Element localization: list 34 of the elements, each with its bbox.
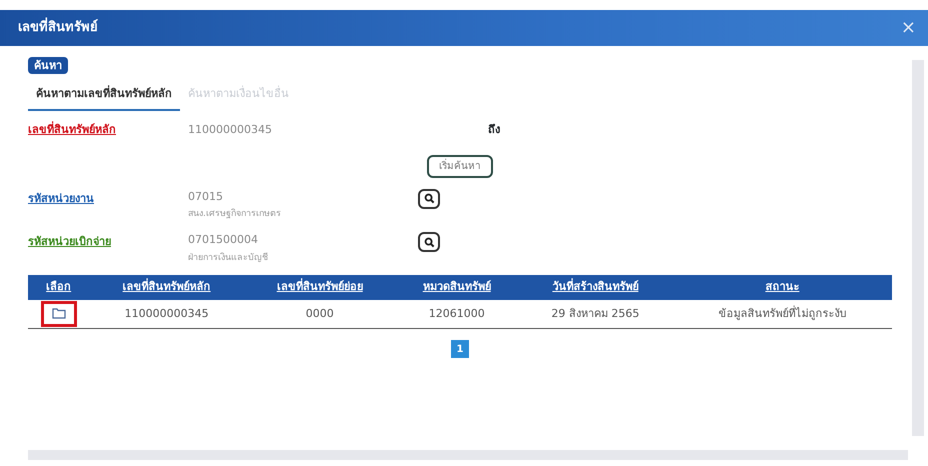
window-title: เลขที่สินทรัพย์ — [18, 18, 98, 38]
field-label: ถึง — [488, 122, 500, 138]
close-button[interactable]: × — [896, 19, 920, 37]
field-label: เลขที่สินทรัพย์หลัก — [28, 122, 117, 138]
search-button[interactable]: เริ่มค้นหา — [427, 154, 493, 178]
field-label: รหัสหน่วยงาน — [28, 190, 95, 206]
column-header: วันที่สร้างสินทรัพย์ — [518, 275, 673, 300]
field-value: 110000000345 — [188, 122, 273, 138]
folder-icon — [52, 307, 66, 320]
table-cell: 29 สิงหาคม 2565 — [518, 300, 673, 328]
field-value: 07015 — [188, 188, 224, 204]
search-button[interactable] — [418, 188, 440, 208]
field-description: ฝ่ายการเงินและบัญชี — [188, 252, 269, 264]
table-cell: 12061000 — [396, 300, 518, 328]
column-header: เลขที่สินทรัพย์ย่อย — [244, 275, 396, 300]
table-cell: 110000000345 — [89, 300, 244, 328]
search-button[interactable] — [418, 232, 440, 252]
scrollbar[interactable] — [28, 450, 908, 460]
select-button[interactable] — [44, 304, 74, 324]
field-description: สนง.เศรษฐกิจการเกษตร — [188, 208, 282, 221]
column-header: สถานะ — [672, 275, 892, 300]
field-label: รหัสหน่วยเบิกจ่าย — [28, 234, 112, 250]
column-header: เลือก — [28, 275, 90, 300]
column-header: หมวดสินทรัพย์ — [396, 275, 518, 300]
scrollbar[interactable] — [912, 60, 924, 436]
tab[interactable]: ค้นหาตามเลขที่สินทรัพย์หลัก — [28, 80, 180, 110]
field-value: 0701500004 — [188, 232, 259, 248]
section-header: ค้นหา — [28, 57, 68, 74]
search-icon — [424, 236, 434, 248]
search-icon — [424, 193, 434, 204]
table-cell: ข้อมูลสินทรัพย์ที่ไม่ถูกระงับ — [672, 300, 892, 328]
column-header: เลขที่สินทรัพย์หลัก — [89, 275, 244, 300]
table-cell: 0000 — [244, 300, 396, 328]
page-button[interactable]: 1 — [451, 340, 469, 358]
